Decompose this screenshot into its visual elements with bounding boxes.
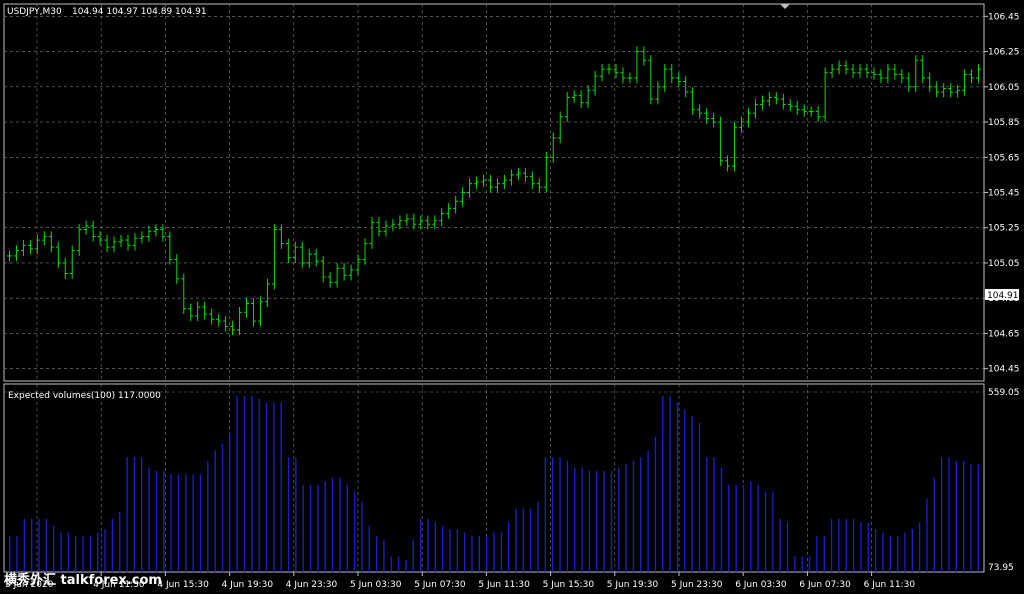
watermark: 横秀外汇 talkforex.com bbox=[4, 572, 162, 588]
chart-canvas[interactable]: USDJPY,M30 104.94 104.97 104.89 104.91 1… bbox=[0, 0, 1024, 594]
time-tick-label: 4 Jun 23:30 bbox=[286, 580, 338, 590]
time-tick-label: 5 Jun 03:30 bbox=[350, 580, 402, 590]
time-tick-label: 5 Jun 15:30 bbox=[543, 580, 595, 590]
indicator-label: Expected volumes(100) 117.0000 bbox=[8, 391, 161, 401]
current-price-tag: 104.91 bbox=[985, 289, 1019, 301]
time-tick-label: 5 Jun 11:30 bbox=[478, 580, 530, 590]
volume-max-label: 559.05 bbox=[988, 388, 1020, 398]
time-tick-label: 4 Jun 15:30 bbox=[157, 580, 209, 590]
price-tick-label: 105.05 bbox=[988, 259, 1020, 269]
price-tick-label: 106.45 bbox=[988, 12, 1020, 22]
price-tick-label: 104.65 bbox=[988, 329, 1020, 339]
time-tick-label: 5 Jun 07:30 bbox=[414, 580, 466, 590]
volume-min-label: 73.95 bbox=[988, 563, 1014, 573]
ohlc-readout: 104.94 104.97 104.89 104.91 bbox=[72, 7, 207, 17]
time-tick-label: 6 Jun 07:30 bbox=[799, 580, 851, 590]
price-tick-label: 105.85 bbox=[988, 118, 1020, 128]
price-tick-label: 105.45 bbox=[988, 189, 1020, 199]
price-tick-label: 106.05 bbox=[988, 83, 1020, 93]
time-tick-label: 6 Jun 03:30 bbox=[735, 580, 787, 590]
time-tick-label: 5 Jun 19:30 bbox=[607, 580, 659, 590]
time-tick-label: 6 Jun 11:30 bbox=[864, 580, 916, 590]
time-tick-label: 5 Jun 23:30 bbox=[671, 580, 723, 590]
price-tick-label: 105.65 bbox=[988, 153, 1020, 163]
time-tick-label: 4 Jun 19:30 bbox=[222, 580, 274, 590]
symbol-label: USDJPY,M30 bbox=[7, 7, 62, 17]
chart-background bbox=[0, 0, 1024, 594]
current-price-label: 104.91 bbox=[987, 291, 1019, 301]
price-tick-label: 106.25 bbox=[988, 48, 1020, 58]
price-tick-label: 104.45 bbox=[988, 365, 1020, 375]
price-tick-label: 105.25 bbox=[988, 224, 1020, 234]
